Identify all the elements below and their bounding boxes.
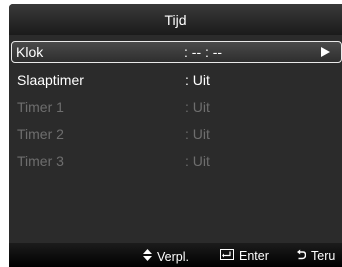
menu-list: Klok : -- : -- Slaaptimer : Uit Timer 1 … xyxy=(9,35,342,243)
menu-panel: Tijd Klok : -- : -- Slaaptimer : Uit Tim… xyxy=(9,4,342,267)
menu-item-label: Timer 1 xyxy=(17,99,64,115)
move-hint: Verpl. xyxy=(143,249,189,264)
menu-item-klok[interactable]: Klok : -- : -- xyxy=(11,41,342,63)
menu-item-timer-1: Timer 1 : Uit xyxy=(11,96,342,118)
menu-title: Tijd xyxy=(164,12,187,28)
menu-item-label: Timer 2 xyxy=(17,126,64,142)
return-hint: Teru xyxy=(297,249,335,263)
enter-hint: Enter xyxy=(220,249,269,263)
menu-item-value: : Uit xyxy=(185,72,210,88)
menu-item-label: Klok xyxy=(16,44,44,60)
menu-item-timer-2: Timer 2 : Uit xyxy=(11,123,342,145)
up-down-arrow-icon xyxy=(143,249,152,264)
right-arrow-icon xyxy=(321,47,330,57)
enter-label: Enter xyxy=(239,249,269,263)
help-bar: Verpl. Enter Teru xyxy=(9,243,342,267)
return-label: Teru xyxy=(311,249,336,263)
return-arrow-icon xyxy=(297,249,307,263)
move-label: Verpl. xyxy=(157,249,189,264)
menu-item-label: Timer 3 xyxy=(17,153,64,169)
menu-title-bar: Tijd xyxy=(9,4,342,35)
tv-menu-screen: Tijd Klok : -- : -- Slaaptimer : Uit Tim… xyxy=(0,0,342,267)
menu-item-label: Slaaptimer xyxy=(17,72,84,88)
menu-item-timer-3: Timer 3 : Uit xyxy=(11,150,342,172)
menu-item-value: : Uit xyxy=(185,126,210,142)
menu-item-value: : Uit xyxy=(185,99,210,115)
menu-item-slaaptimer[interactable]: Slaaptimer : Uit xyxy=(11,69,342,91)
enter-key-icon xyxy=(220,249,234,263)
menu-item-value: : Uit xyxy=(185,153,210,169)
menu-item-value: : -- : -- xyxy=(184,44,223,60)
